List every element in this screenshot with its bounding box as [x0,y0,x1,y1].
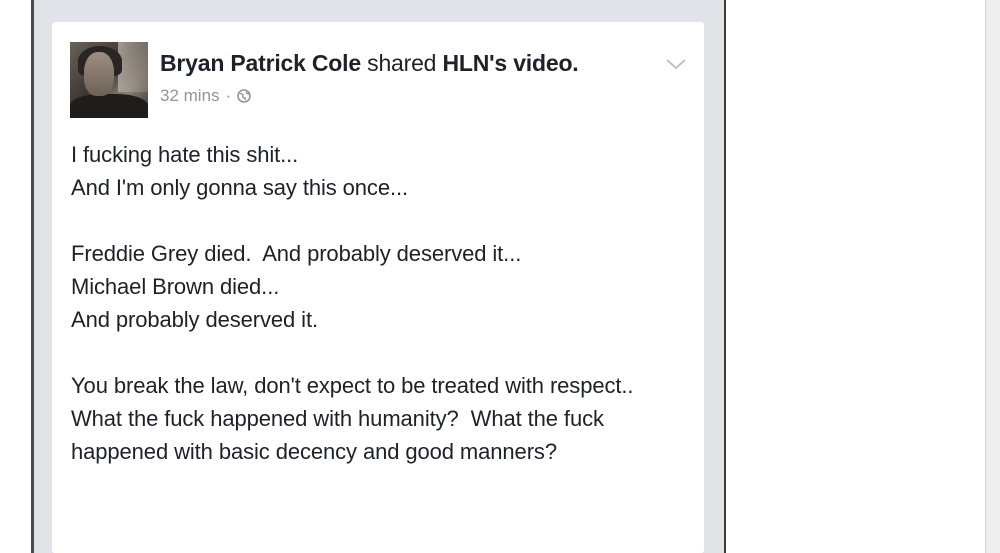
avatar-background [118,42,148,92]
globe-icon [237,89,252,103]
frame-edge [724,0,726,553]
page-scrollbar[interactable] [985,0,1000,553]
meta-separator: · [225,86,232,105]
shared-type-link[interactable]: video. [513,50,578,76]
action-text: shared [367,50,437,76]
timestamp[interactable]: 32 mins [160,86,220,106]
avatar[interactable] [70,42,148,118]
post-meta: 32 mins · [160,86,252,106]
post-header: Bryan Patrick Cole shared HLN's video. [160,50,579,77]
post-body: I fucking hate this shit... And I'm only… [71,142,634,464]
avatar-shoulder [70,94,148,118]
shared-source-link[interactable]: HLN's [442,50,507,76]
avatar-face [84,52,114,96]
chevron-down-icon[interactable] [664,56,688,72]
author-name[interactable]: Bryan Patrick Cole [160,50,361,76]
